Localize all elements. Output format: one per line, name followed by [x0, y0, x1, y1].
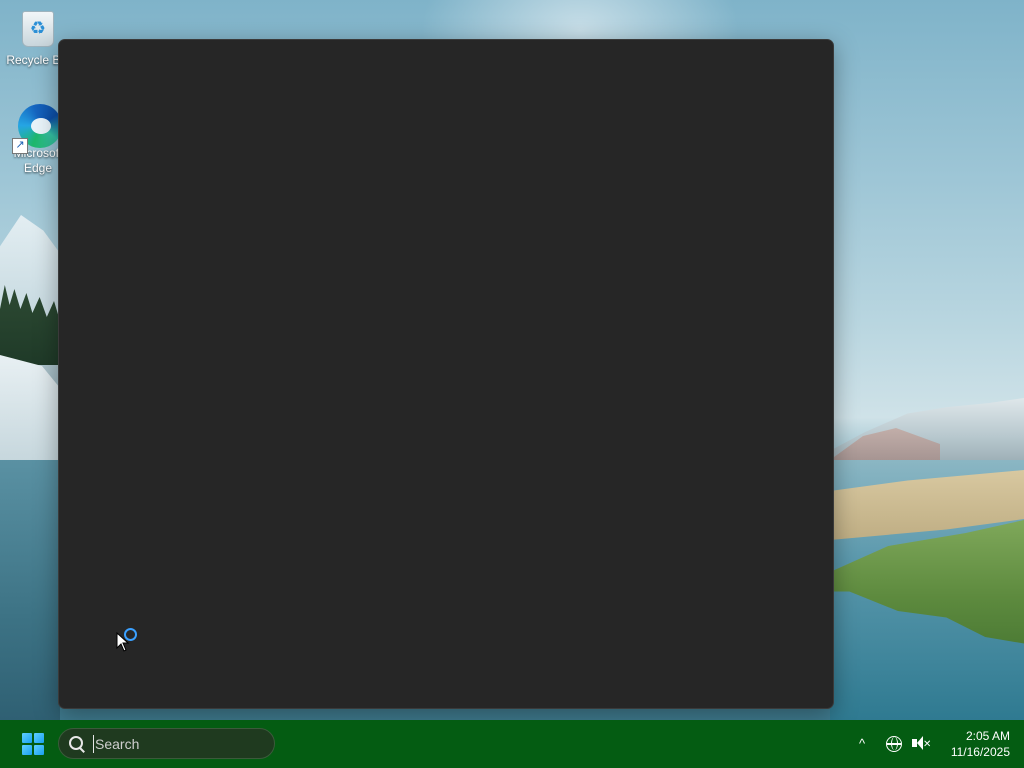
shortcut-arrow-icon: ↗: [12, 138, 28, 154]
clock[interactable]: 2:05 AM 11/16/2025: [938, 728, 1010, 760]
wallpaper-water-left: [0, 460, 60, 720]
busy-spinner-icon: [124, 628, 137, 641]
globe-icon[interactable]: [884, 734, 904, 754]
app-window-loading[interactable]: [58, 39, 834, 709]
taskbar-search[interactable]: [58, 728, 275, 759]
speaker-muted-icon[interactable]: ✕: [910, 734, 932, 754]
start-button[interactable]: [16, 728, 50, 760]
windows-logo-icon: [22, 733, 44, 755]
clock-date: 11/16/2025: [950, 745, 1010, 759]
clock-time: 2:05 AM: [965, 729, 1010, 743]
taskbar: ^ ✕ 2:05 AM 11/16/2025: [0, 720, 1024, 768]
recycle-bin-icon: ♻: [18, 11, 58, 51]
show-hidden-icons-chevron-icon[interactable]: ^: [852, 734, 872, 754]
search-icon: [69, 735, 85, 752]
search-input[interactable]: [93, 734, 267, 753]
